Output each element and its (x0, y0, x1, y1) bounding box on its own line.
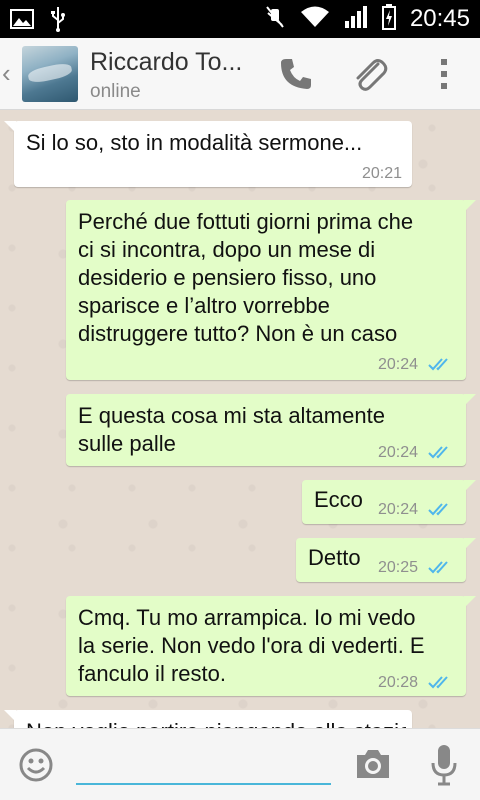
attach-icon[interactable] (350, 54, 390, 94)
wifi-icon (300, 5, 330, 34)
emoji-icon[interactable] (18, 747, 54, 788)
message-text: Detto (308, 545, 361, 570)
contact-name[interactable]: Riccardo To... (90, 48, 260, 77)
usb-icon (50, 6, 66, 37)
compose-bar (0, 728, 480, 800)
message-input[interactable] (76, 743, 331, 785)
message-bubble-outgoing[interactable]: Cmq. Tu mo arrampica. Io mi vedo la seri… (66, 596, 476, 696)
gallery-icon (10, 8, 34, 35)
message-time: 20:28 (378, 674, 419, 691)
message-time: 20:24 (378, 444, 419, 461)
battery-charging-icon (381, 3, 396, 35)
message-text: Cmq. Tu mo arrampica. Io mi vedo la seri… (78, 605, 425, 686)
read-receipt-icon (428, 561, 448, 574)
message-text: Perché due fottuti giorni prima che ci s… (78, 209, 414, 346)
message-time: 20:24 (378, 501, 419, 518)
chat-header: ‹ Riccardo To... online (0, 38, 480, 110)
overflow-menu-icon[interactable] (424, 54, 464, 94)
back-chevron-icon[interactable]: ‹ (2, 60, 11, 86)
contact-status: online (90, 81, 141, 102)
microphone-icon[interactable] (430, 743, 458, 792)
chat-area[interactable]: Si lo so, sto in modalità sermone... 20:… (0, 110, 480, 728)
mute-icon (264, 4, 286, 35)
status-bar: 20:45 (0, 0, 480, 38)
message-text: Non voglio partire piangendo alla stazio… (26, 718, 406, 728)
message-time: 20:24 (378, 356, 419, 373)
read-receipt-icon (428, 358, 448, 371)
message-bubble-incoming[interactable]: Si lo so, sto in modalità sermone... 20:… (4, 121, 412, 187)
avatar[interactable] (22, 46, 78, 102)
message-time: 20:21 (362, 165, 403, 182)
message-bubble-outgoing[interactable]: Detto 20:25 (296, 538, 476, 582)
read-receipt-icon (428, 676, 448, 689)
read-receipt-icon (428, 503, 448, 516)
clock: 20:45 (409, 5, 470, 32)
message-time: 20:25 (378, 559, 419, 576)
message-bubble-outgoing[interactable]: E questa cosa mi sta altamente sulle pal… (66, 394, 476, 466)
camera-icon[interactable] (354, 747, 392, 786)
message-bubble-outgoing[interactable]: Perché due fottuti giorni prima che ci s… (66, 200, 476, 380)
message-text: E questa cosa mi sta altamente sulle pal… (78, 403, 385, 456)
message-bubble-outgoing[interactable]: Ecco 20:24 (302, 480, 476, 524)
message-text: Si lo so, sto in modalità sermone... (26, 130, 363, 155)
call-icon[interactable] (276, 54, 316, 94)
message-bubble-incoming[interactable]: Non voglio partire piangendo alla stazio… (4, 710, 412, 728)
message-text: Ecco (314, 487, 363, 512)
read-receipt-icon (428, 446, 448, 459)
signal-icon (344, 5, 368, 34)
